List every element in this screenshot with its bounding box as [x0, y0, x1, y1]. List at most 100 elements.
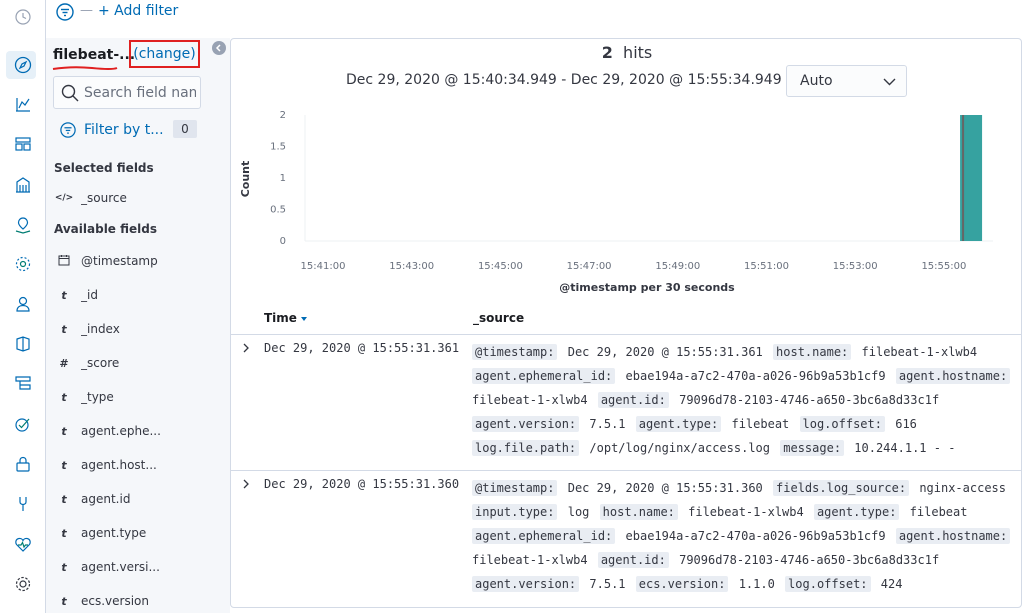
source-field-key: @timestamp:: [472, 480, 558, 496]
field-item[interactable]: t agent.ephe...: [54, 416, 224, 446]
nav-item-visualize[interactable]: [0, 87, 46, 121]
source-field-key: agent.type:: [813, 504, 900, 520]
source-field-key: input.type:: [472, 504, 558, 520]
field-name: ecs.version: [81, 594, 149, 608]
field-name: _index: [81, 322, 120, 336]
field-item[interactable]: t agent.host...: [54, 450, 224, 480]
nav-item-dashboard[interactable]: [0, 127, 46, 161]
nav-item-logs[interactable]: [0, 327, 46, 361]
source-field-key: host.name:: [773, 344, 852, 360]
collapse-sidebar-button[interactable]: [212, 41, 226, 55]
table-header: Time _source: [231, 306, 1021, 335]
nav-item-uptime[interactable]: [0, 407, 46, 441]
field-type-icon: t: [61, 322, 67, 336]
nav-item-clock[interactable]: [0, 0, 46, 34]
interval-value: Auto: [800, 73, 833, 89]
filter-menu-icon[interactable]: [56, 3, 74, 21]
field-item[interactable]: @timestamp: [54, 246, 224, 276]
source-field-value: ebae194a-a7c2-470a-a026-96b9a53b1cf9: [625, 529, 886, 543]
field-item[interactable]: t _type: [54, 382, 224, 412]
dev-tools-icon: [19, 497, 27, 511]
index-pattern-name[interactable]: filebeat-...: [53, 47, 135, 63]
hits-label: hits: [623, 43, 653, 62]
field-type-icon: t: [61, 560, 67, 574]
side-nav: [0, 0, 46, 613]
change-index-link[interactable]: (change): [129, 40, 200, 68]
source-field-value: 10.244.1.1 - -: [854, 441, 956, 455]
histogram-chart: 2 1.5 1 0.5 0 15:41:00 15:43:00 15:45:00 15:47:0…: [239, 110, 993, 294]
field-type-icon: t: [61, 424, 67, 438]
source-field-value: 1.1.0: [738, 577, 775, 591]
x-tick-label: 15:53:00: [833, 261, 878, 272]
x-tick-label: 15:55:00: [921, 261, 966, 272]
field-item[interactable]: # _score: [54, 348, 224, 378]
nav-item-canvas[interactable]: [0, 168, 46, 202]
field-type-icon: t: [61, 288, 67, 302]
table-row: Dec 29, 2020 @ 15:55:31.361 @timestamp: D…: [231, 336, 1021, 471]
y-tick-label: 1: [280, 173, 286, 184]
siem-icon: [16, 456, 30, 472]
field-item[interactable]: t ecs.version: [54, 586, 224, 613]
apm-icon: [15, 376, 31, 390]
time-column-header[interactable]: Time: [264, 311, 307, 325]
source-field-value: /opt/log/nginx/access.log: [589, 441, 771, 455]
nav-item-maps[interactable]: [0, 208, 46, 242]
x-tick-label: 15:43:00: [389, 261, 434, 272]
monitoring-icon: [15, 537, 31, 552]
y-axis-title: Count: [239, 161, 252, 198]
nav-item-management[interactable]: [0, 567, 46, 601]
add-filter-link[interactable]: + Add filter: [98, 3, 178, 19]
field-name: _id: [81, 288, 98, 302]
row-timestamp: Dec 29, 2020 @ 15:55:31.361: [264, 341, 460, 355]
source-field-key: log.offset:: [799, 416, 885, 432]
nav-item-infrastructure[interactable]: [0, 287, 46, 321]
filter-bar: — + Add filter: [46, 0, 1025, 24]
expand-row-chevron-icon[interactable]: [240, 478, 252, 490]
field-type-icon: </>: [54, 193, 74, 203]
source-field-key: log.offset:: [785, 576, 871, 592]
nav-item-dev-tools[interactable]: [0, 487, 46, 521]
source-field-value: filebeat: [909, 505, 968, 519]
source-field-key: host.name:: [599, 504, 678, 520]
source-field-key: agent.id:: [597, 552, 669, 568]
nav-item-apm[interactable]: [0, 366, 46, 400]
field-name: agent.host...: [81, 458, 157, 472]
field-item[interactable]: t agent.id: [54, 484, 224, 514]
field-item[interactable]: t agent.type: [54, 518, 224, 548]
nav-item-siem[interactable]: [0, 447, 46, 481]
expand-row-chevron-icon[interactable]: [240, 342, 252, 354]
nav-item-compass[interactable]: [0, 48, 46, 82]
source-field-value: filebeat-1-xlwb4: [688, 505, 804, 519]
row-source: @timestamp: Dec 29, 2020 @ 15:55:31.361 …: [472, 340, 1021, 460]
selected-fields-title: Selected fields: [54, 161, 154, 175]
source-field-value: 7.5.1: [589, 577, 626, 591]
source-field-key: agent.ephemeral_id:: [472, 528, 616, 544]
field-item[interactable]: t _id: [54, 280, 224, 310]
y-tick-label: 1.5: [270, 142, 286, 153]
interval-select[interactable]: Auto: [786, 65, 907, 97]
x-tick-label: 15:45:00: [478, 261, 523, 272]
source-field-value: Dec 29, 2020 @ 15:55:31.361: [567, 345, 763, 359]
source-field-key: fields.log_source:: [773, 480, 910, 496]
field-item[interactable]: t _index: [54, 314, 224, 344]
field-item[interactable]: t agent.versi...: [54, 552, 224, 582]
source-field-value: filebeat: [731, 417, 790, 431]
red-underline-annotation: [52, 66, 118, 70]
field-name: _type: [81, 390, 114, 404]
field-name: _score: [81, 356, 120, 370]
hits-counter: 2 hits: [231, 43, 1021, 62]
time-range-label: Dec 29, 2020 @ 15:40:34.949 - Dec 29, 20…: [346, 72, 801, 88]
source-field-key: agent.ephemeral_id:: [472, 368, 616, 384]
nav-item-ml[interactable]: [0, 247, 46, 281]
x-tick-label: 15:51:00: [744, 261, 789, 272]
clock-icon: [15, 9, 31, 25]
field-search-input[interactable]: [84, 82, 196, 104]
nav-item-monitoring[interactable]: [0, 527, 46, 561]
y-tick-label: 0: [280, 236, 286, 247]
filter-by-type-button[interactable]: Filter by t...: [60, 120, 164, 140]
field-item[interactable]: </> _source: [54, 183, 224, 213]
ml-icon: [15, 256, 31, 272]
hits-count: 2: [601, 43, 613, 62]
source-field-value: Dec 29, 2020 @ 15:55:31.360: [567, 481, 763, 495]
compass-icon: [14, 56, 32, 74]
